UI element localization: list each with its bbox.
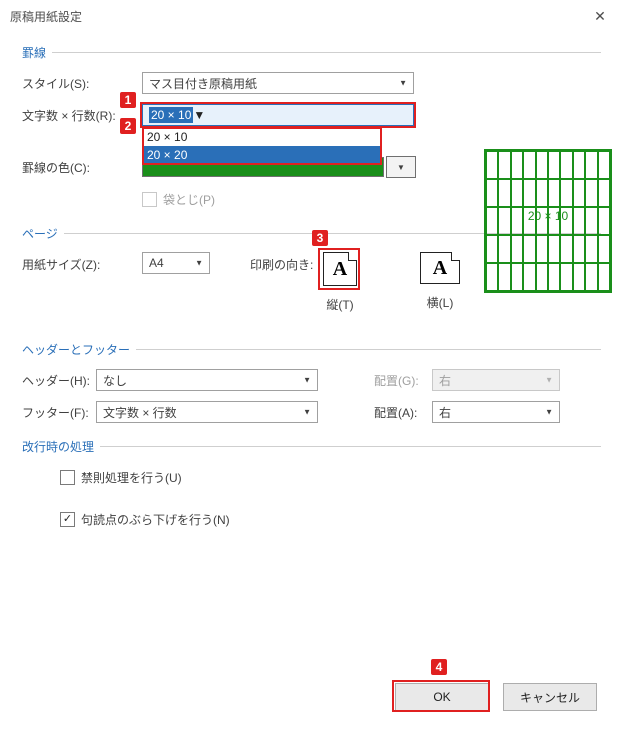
label-header: ヘッダー(H): [22,372,96,389]
chevron-down-icon: ▼ [545,376,553,385]
window-title: 原稿用紙設定 [10,8,82,25]
label-print-orientation: 印刷の向き: [250,252,320,273]
close-button[interactable]: ✕ [577,0,623,32]
orientation-portrait-label: 縦(T) [326,296,353,313]
divider [52,52,601,53]
annotation-marker-4: 4 [431,659,447,675]
divider [136,349,601,350]
grid-select[interactable]: 20 × 10 ▼ [142,104,414,126]
group-hf-header: ヘッダーとフッター [22,341,601,358]
chevron-down-icon: ▼ [303,408,311,417]
footer-align-value: 右 [439,404,451,421]
label-bookfold: 袋とじ(P) [163,191,215,208]
label-align-g: 配置(G): [374,372,432,389]
landscape-icon: A [420,252,460,284]
cancel-button[interactable]: キャンセル [503,683,597,711]
row-page: 用紙サイズ(Z): A4 ▼ 印刷の向き: 3 A 縦(T) A 横(L) [22,252,601,313]
grid-select-wrap: 1 2 20 × 10 ▼ 20 × 10 20 × 20 [142,104,414,126]
kinsoku-checkbox[interactable] [60,470,75,485]
chevron-down-icon: ▼ [399,79,407,88]
dialog-body: 罫線 スタイル(S): マス目付き原稿用紙 ▼ 文字数 × 行数(R): 1 2… [0,32,623,531]
label-burasage: 句読点のぶら下げを行う(N) [81,511,230,528]
row-kinsoku: 禁則処理を行う(U) [60,465,601,489]
group-wrap-title: 改行時の処理 [22,438,94,455]
portrait-icon: A [323,252,357,286]
grid-select-value: 20 × 10 [149,107,193,123]
row-footer: フッター(F): 文字数 × 行数 ▼ 配置(A): 右 ▼ [22,400,601,424]
titlebar: 原稿用紙設定 ✕ [0,0,623,32]
style-select[interactable]: マス目付き原稿用紙 ▼ [142,72,414,94]
line-color-dropdown-button[interactable]: ▼ [386,156,416,178]
header-align-select: 右 ▼ [432,369,560,391]
grid-option-20x10[interactable]: 20 × 10 [143,128,381,146]
orientation-landscape[interactable]: A 横(L) [420,252,460,311]
group-page-title: ページ [22,225,58,242]
label-footer: フッター(F): [22,404,96,421]
annotation-marker-2: 2 [120,118,136,134]
row-header: ヘッダー(H): なし ▼ 配置(G): 右 ▼ [22,368,601,392]
footer-value: 文字数 × 行数 [103,404,177,421]
burasage-checkbox[interactable] [60,512,75,527]
orientation-portrait[interactable]: A 縦(T) [320,252,360,313]
label-align-a: 配置(A): [374,404,432,421]
grid-preview-dimensions: 20 × 10 [486,209,610,223]
grid-option-20x20[interactable]: 20 × 20 [143,146,381,164]
chevron-down-icon: ▼ [545,408,553,417]
dialog-footer: 4 OK キャンセル [0,683,623,711]
paper-size-select[interactable]: A4 ▼ [142,252,210,274]
grid-dropdown-list: 20 × 10 20 × 20 [142,127,382,165]
label-kinsoku: 禁則処理を行う(U) [81,469,182,486]
row-grid: 文字数 × 行数(R): 1 2 20 × 10 ▼ 20 × 10 20 × … [22,103,601,127]
ok-button[interactable]: OK [395,683,489,711]
chevron-down-icon: ▼ [193,108,205,122]
chevron-down-icon: ▼ [195,259,203,268]
group-lines-header: 罫線 [22,44,601,61]
header-value: なし [103,372,127,389]
label-paper-size: 用紙サイズ(Z): [22,252,142,273]
row-burasage: 句読点のぶら下げを行う(N) [60,507,601,531]
paper-size-value: A4 [149,256,164,270]
orientation-group: A 縦(T) A 横(L) [320,252,460,313]
chevron-down-icon: ▼ [303,376,311,385]
group-lines-title: 罫線 [22,44,46,61]
header-select[interactable]: なし ▼ [96,369,318,391]
label-line-color: 罫線の色(C): [22,159,142,176]
label-style: スタイル(S): [22,75,142,92]
annotation-marker-3: 3 [312,230,328,246]
style-select-value: マス目付き原稿用紙 [149,75,257,92]
orientation-landscape-label: 横(L) [427,294,454,311]
group-wrap-header: 改行時の処理 [22,438,601,455]
header-align-value: 右 [439,372,451,389]
footer-select[interactable]: 文字数 × 行数 ▼ [96,401,318,423]
group-hf-title: ヘッダーとフッター [22,341,130,358]
footer-align-select[interactable]: 右 ▼ [432,401,560,423]
bookfold-checkbox [142,192,157,207]
dialog-window: 原稿用紙設定 ✕ 罫線 スタイル(S): マス目付き原稿用紙 ▼ 文字数 × 行… [0,0,623,731]
row-style: スタイル(S): マス目付き原稿用紙 ▼ [22,71,601,95]
divider [100,446,601,447]
annotation-marker-1: 1 [120,92,136,108]
